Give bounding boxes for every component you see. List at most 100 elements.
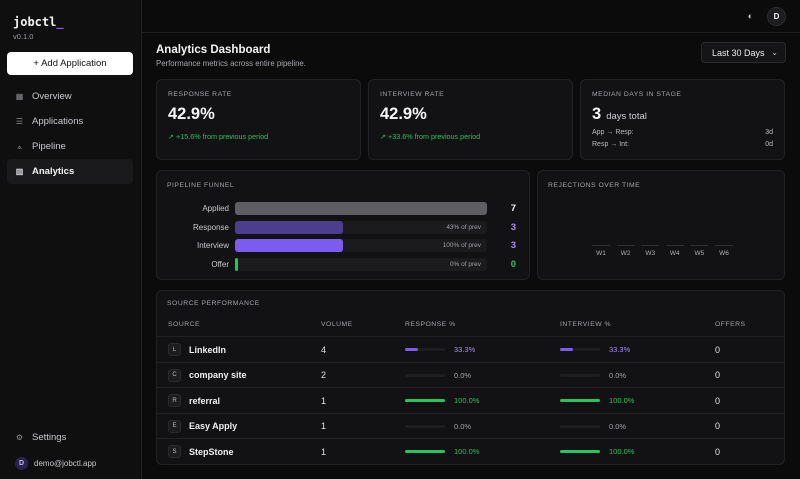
sidebar-item-analytics[interactable]: ▥ Analytics [7, 159, 133, 184]
column-header: Volume [321, 321, 353, 328]
volume-cell: 4 [321, 344, 327, 355]
volume-cell: 2 [321, 370, 327, 381]
median-value-group: 3 days total [592, 105, 647, 124]
stage-label: Resp → Int: [592, 141, 629, 148]
source-badge: C [168, 368, 181, 382]
response-bar-track [405, 424, 445, 428]
sidebar-nav: ▦ Overview ☰ Applications ⟑ Pipeline ▥ A… [7, 84, 133, 184]
metric-trend: ↗ +15.6% from previous period [168, 132, 269, 141]
sidebar-item-label: Analytics [32, 166, 75, 177]
column-header: Interview % [560, 321, 612, 328]
median-days-card: Median Days in Stage 3 days total App → … [580, 79, 785, 160]
grid-icon: ▦ [15, 92, 24, 101]
offers-cell: 0 [715, 395, 721, 406]
week-baseline [665, 245, 684, 246]
chevron-down-icon: ⌄ [771, 48, 778, 57]
interview-bar-track [560, 450, 600, 454]
source-cell: S StepStone [168, 439, 234, 464]
volume-cell: 1 [321, 395, 327, 406]
sidebar-item-applications[interactable]: ☰ Applications [7, 109, 133, 134]
funnel-bar [235, 221, 343, 234]
settings-label: Settings [32, 432, 67, 443]
source-name: StepStone [189, 446, 234, 457]
stage-value: 3d [765, 129, 773, 136]
funnel-bar [235, 202, 487, 215]
funnel-bar-track: 0% of prev [235, 258, 487, 271]
response-cell: 0.0% [405, 414, 471, 439]
brand-name: jobctl [13, 15, 57, 29]
contrast-icon[interactable]: ◐ [748, 11, 753, 21]
offers-cell: 0 [715, 344, 721, 355]
funnel-stage-label: Interview [196, 241, 229, 250]
source-badge: L [168, 343, 181, 356]
metric-value: 42.9% [380, 105, 427, 123]
interview-pct: 100.0% [609, 447, 635, 457]
week-baseline [592, 245, 610, 246]
sidebar-item-label: Applications [32, 116, 84, 127]
table-row[interactable]: Ccompany site 2 0.0% 0.0% 0 [157, 361, 784, 387]
response-rate-card: Response Rate 42.9% ↗ +15.6% from previo… [156, 79, 361, 160]
main-content: ◐ D Analytics Dashboard Performance metr… [142, 0, 800, 479]
app-logo[interactable]: jobctl_ [13, 15, 64, 29]
card-label: Response Rate [168, 91, 232, 98]
week-label: W2 [620, 250, 631, 257]
response-pct: 0.0% [454, 370, 472, 380]
table-row[interactable]: Rreferral 1 100.0% 100.0% 0 [157, 387, 784, 412]
funnel-row: Offer 0% of prev 0 [157, 258, 529, 272]
table-row[interactable]: E Easy Apply 1 0.0% 0.0% 0 [157, 412, 784, 439]
interview-pct: 33.3% [609, 345, 631, 354]
add-application-button[interactable]: + Add Application [7, 52, 133, 75]
pipeline-icon: ⟑ [17, 141, 22, 151]
funnel-bar-track: 100% of prev [235, 239, 487, 252]
interview-cell: 0.0% [560, 414, 626, 439]
avatar: D [15, 457, 28, 470]
sidebar-item-overview[interactable]: ▦ Overview [7, 84, 133, 109]
interview-bar [560, 399, 600, 403]
column-header: Offers [715, 321, 746, 328]
response-bar-track [405, 399, 445, 403]
stage-row: App → Resp: 3d [592, 129, 773, 136]
source-name: Easy Apply [189, 421, 238, 432]
offers-cell: 0 [715, 421, 721, 432]
response-bar [405, 399, 445, 403]
settings-link[interactable]: ⚙ Settings [15, 432, 66, 443]
source-name: company site [189, 370, 247, 381]
sidebar: jobctl_ v0.1.0 + Add Application ▦ Overv… [0, 0, 142, 479]
date-range-select[interactable]: Last 30 Days ⌄ [701, 42, 786, 63]
week-baseline [715, 245, 733, 246]
gear-icon: ⚙ [15, 433, 24, 442]
response-cell: 100.0% [405, 388, 479, 413]
user-email: demo@jobctl.app [34, 459, 97, 468]
response-cell: 33.3% [405, 337, 475, 362]
interview-pct: 0.0% [609, 370, 627, 380]
table-row[interactable]: L LinkedIn 4 33.3% 33.3% 0 [157, 336, 784, 361]
source-cell: E Easy Apply [168, 414, 237, 439]
week-baseline [641, 245, 660, 246]
table-row[interactable]: S StepStone 1 100.0% 100.0% 0 [157, 438, 784, 463]
interview-bar-track [560, 399, 600, 403]
sidebar-item-pipeline[interactable]: ⟑ Pipeline [7, 134, 133, 159]
table-header: Source Volume Response % Interview % Off… [157, 321, 784, 335]
user-account[interactable]: D demo@jobctl.app [15, 457, 96, 470]
card-label: Interview Rate [380, 91, 445, 98]
source-badge: S [168, 445, 181, 459]
week-label: W4 [669, 250, 680, 257]
response-bar-track [405, 373, 445, 377]
funnel-row: Interview 100% of prev 3 [157, 239, 529, 253]
sidebar-item-label: Overview [32, 91, 72, 102]
funnel-stage-label: Applied [202, 204, 229, 213]
avatar[interactable]: D [767, 7, 786, 26]
funnel-value: 3 [510, 240, 516, 251]
metric-trend: ↗ +33.6% from previous period [380, 132, 481, 141]
volume-cell: 1 [321, 446, 327, 457]
source-badge: R [168, 394, 181, 408]
funnel-pct: 0% of prev [449, 261, 481, 268]
funnel-stage-label: Response [192, 223, 229, 232]
rejections-chart: W1 W2 W3 W4 W5 W6 [538, 171, 784, 279]
source-cell: Rreferral [168, 388, 220, 413]
metric-unit: days total [606, 111, 647, 122]
interview-bar-track [560, 348, 600, 351]
funnel-stage-label: Offer [211, 260, 229, 269]
stage-row: Resp → Int: 0d [592, 141, 773, 148]
stage-value: 0d [765, 141, 773, 148]
